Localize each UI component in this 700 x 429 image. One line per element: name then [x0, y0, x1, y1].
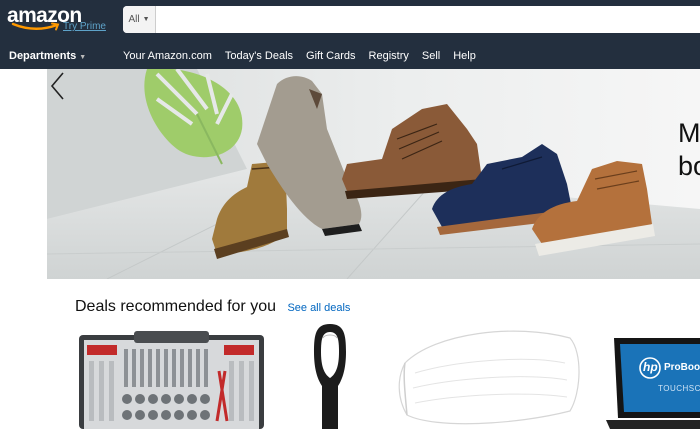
- departments-menu[interactable]: Departments ▼: [9, 50, 86, 62]
- fan-image[interactable]: [310, 322, 350, 429]
- caret-down-icon: ▼: [79, 54, 87, 61]
- nav-bar: amazon Try Prime All ▼ Departments ▼ Your…: [0, 0, 700, 69]
- nav-link-help[interactable]: Help: [453, 50, 476, 62]
- laptop-brand: hp: [643, 360, 658, 374]
- nav-link-gift-cards[interactable]: Gift Cards: [306, 50, 356, 62]
- search-input[interactable]: [157, 6, 700, 33]
- deals-title: Deals recommended for you: [75, 298, 276, 315]
- try-prime-link[interactable]: Try Prime: [63, 21, 106, 32]
- nav-link-todays-deals[interactable]: Today's Deals: [225, 50, 293, 62]
- laptop-image[interactable]: hp ProBoo TOUCHSC: [606, 338, 700, 429]
- amazon-logo[interactable]: amazon Try Prime: [7, 4, 107, 36]
- hero-boots-image: [47, 69, 700, 279]
- hero-headline-line1: M: [678, 118, 700, 148]
- hero-headline-line2: bo: [678, 151, 700, 181]
- deals-header: Deals recommended for you See all deals: [75, 298, 350, 316]
- smile-arrow-icon: [11, 22, 60, 31]
- nav-link-your-amazon[interactable]: Your Amazon.com: [123, 50, 212, 62]
- nav-links: Your Amazon.com Today's Deals Gift Cards…: [123, 50, 476, 62]
- hero-banner[interactable]: M bo: [47, 69, 700, 279]
- laptop-model: ProBoo: [664, 362, 700, 373]
- chevron-left-icon[interactable]: [47, 69, 69, 103]
- search-bar: All ▼: [123, 6, 700, 33]
- nav-link-sell[interactable]: Sell: [422, 50, 440, 62]
- caret-down-icon: ▼: [142, 16, 150, 23]
- nav-link-registry[interactable]: Registry: [369, 50, 409, 62]
- hero-headline: M bo: [678, 117, 700, 183]
- search-scope-dropdown[interactable]: All ▼: [123, 6, 156, 33]
- departments-label: Departments: [9, 50, 77, 62]
- toolset-image[interactable]: [79, 331, 264, 429]
- search-scope-label: All: [128, 14, 140, 25]
- laptop-feature: TOUCHSC: [658, 384, 700, 393]
- mattress-pad-image[interactable]: [395, 323, 585, 429]
- see-all-deals-link[interactable]: See all deals: [287, 302, 350, 314]
